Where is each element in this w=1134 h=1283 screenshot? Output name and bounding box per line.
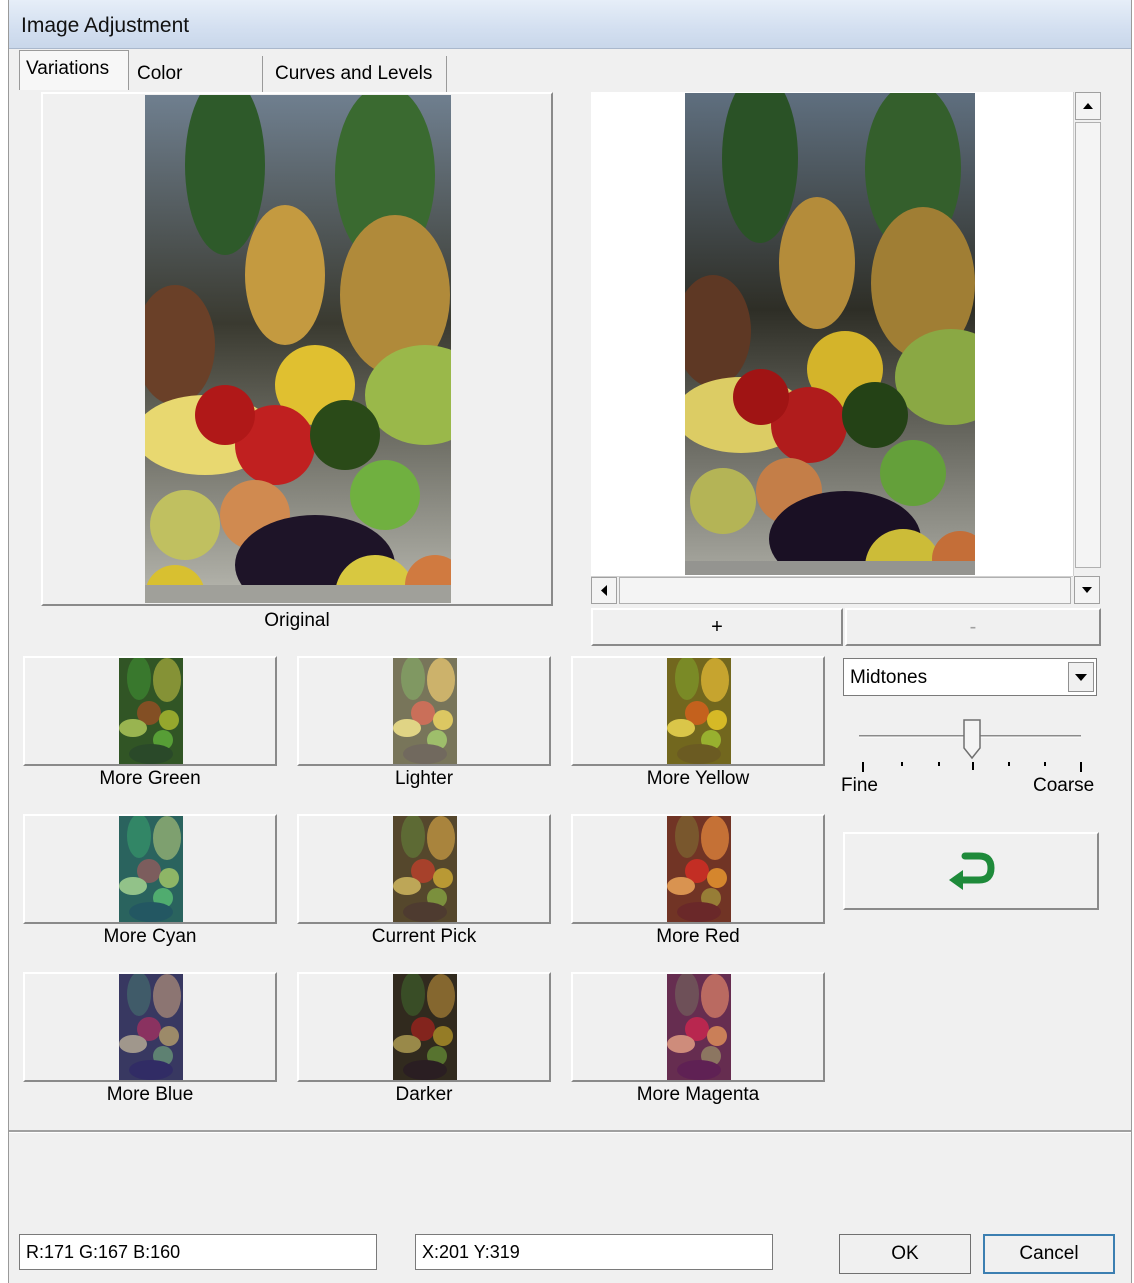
variation-thumbnail <box>667 658 731 764</box>
image-adjustment-window: Image Adjustment Variations Color Balanc… <box>8 0 1132 1283</box>
tab-color-balance[interactable]: Color Balance <box>131 56 263 120</box>
tab-variations[interactable]: Variations <box>19 50 129 90</box>
variation-thumbnail <box>119 816 183 922</box>
scroll-thumb[interactable] <box>1075 122 1101 568</box>
variation-thumbnail <box>119 658 183 764</box>
variation-lighter-label: Lighter <box>394 768 454 789</box>
variation-thumbnail <box>667 974 731 1080</box>
current-preview-panel <box>591 92 1073 576</box>
chevron-down-icon[interactable] <box>1068 662 1094 692</box>
fine-coarse-slider[interactable] <box>849 712 1099 772</box>
window-title: Image Adjustment <box>21 14 190 37</box>
separator <box>9 1130 1131 1133</box>
variation-thumbnail <box>119 974 183 1080</box>
xy-readout: X:201 Y:319 <box>415 1234 773 1270</box>
tab-curves-and-levels[interactable]: Curves and Levels <box>269 56 447 92</box>
tone-select[interactable]: Midtones <box>843 658 1097 696</box>
variation-current-pick-button[interactable] <box>297 814 551 924</box>
variation-more-yellow-button[interactable] <box>571 656 825 766</box>
variation-more-blue-label: More Blue <box>106 1084 194 1105</box>
zoom-in-button[interactable]: + <box>591 608 843 646</box>
arrow-left-icon[interactable] <box>591 577 617 604</box>
variation-darker-label: Darker <box>395 1084 453 1105</box>
ok-button[interactable]: OK <box>839 1234 971 1274</box>
horizontal-scrollbar[interactable] <box>591 576 1073 604</box>
original-label: Original <box>264 610 330 631</box>
hscroll-thumb[interactable] <box>619 577 1071 604</box>
zoom-out-button[interactable]: - <box>845 608 1101 646</box>
variation-more-cyan-label: More Cyan <box>103 926 197 947</box>
current-image <box>685 93 975 575</box>
variation-thumbnail <box>393 816 457 922</box>
cancel-button[interactable]: Cancel <box>983 1234 1115 1274</box>
tone-select-value: Midtones <box>850 667 928 688</box>
variation-more-red-button[interactable] <box>571 814 825 924</box>
variation-more-red-label: More Red <box>656 926 740 947</box>
variation-darker-button[interactable] <box>297 972 551 1082</box>
variation-more-yellow-label: More Yellow <box>646 768 750 789</box>
original-image <box>145 95 451 603</box>
variation-more-green-button[interactable] <box>23 656 277 766</box>
variation-more-magenta-button[interactable] <box>571 972 825 1082</box>
rgb-readout: R:171 G:167 B:160 <box>19 1234 377 1270</box>
variation-more-cyan-button[interactable] <box>23 814 277 924</box>
undo-arrow-icon <box>949 852 995 890</box>
title-bar[interactable]: Image Adjustment <box>9 0 1131 49</box>
variation-more-green-label: More Green <box>99 768 201 789</box>
slider-ticks <box>862 762 1082 772</box>
variation-thumbnail <box>667 816 731 922</box>
original-preview-panel <box>41 92 553 606</box>
variation-thumbnail <box>393 658 457 764</box>
slider-thumb[interactable] <box>963 719 981 760</box>
variation-thumbnail <box>393 974 457 1080</box>
arrow-down-icon[interactable] <box>1074 576 1100 604</box>
slider-min-label: Fine <box>841 775 878 796</box>
variation-lighter-button[interactable] <box>297 656 551 766</box>
slider-max-label: Coarse <box>1033 775 1095 796</box>
undo-button[interactable] <box>843 832 1099 910</box>
variation-more-blue-button[interactable] <box>23 972 277 1082</box>
arrow-up-icon[interactable] <box>1075 92 1101 120</box>
vertical-scrollbar[interactable] <box>1073 92 1101 576</box>
variation-more-magenta-label: More Magenta <box>636 1084 760 1105</box>
variation-current-pick-label: Current Pick <box>371 926 477 947</box>
